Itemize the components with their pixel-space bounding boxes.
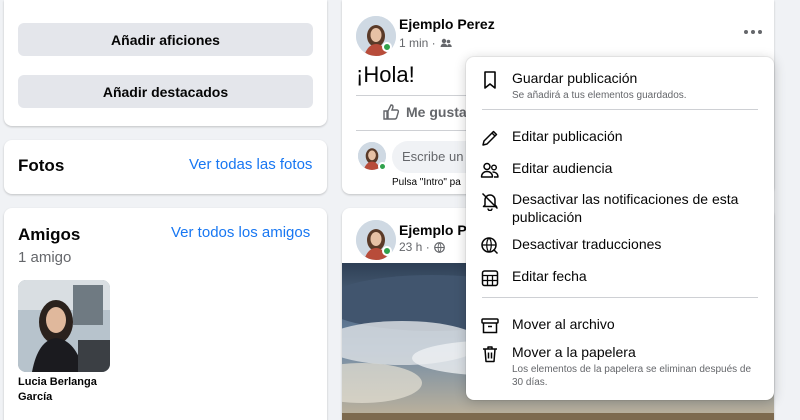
menu-item-archive[interactable]: Mover al archivo — [474, 311, 766, 340]
post-author[interactable]: Ejemplo Perez — [399, 16, 495, 32]
menu-item-turn-off-translations[interactable]: Desactivar traducciones — [474, 231, 766, 260]
see-all-friends-link[interactable]: Ver todos los amigos — [171, 224, 310, 241]
friend-photo-image — [18, 280, 110, 372]
menu-item-turn-off-notifications[interactable]: Desactivar las notificaciones de esta pu… — [474, 186, 766, 230]
menu-item-label: Desactivar las notificaciones de esta pu… — [512, 191, 739, 225]
bell-off-icon — [481, 192, 499, 211]
see-all-photos-link[interactable]: Ver todas las fotos — [189, 156, 312, 173]
more-options-button[interactable] — [744, 22, 768, 42]
friends-icon — [440, 38, 452, 47]
menu-item-label: Editar publicación — [512, 128, 623, 144]
menu-separator — [482, 297, 758, 298]
comment-placeholder: Escribe un c — [402, 149, 474, 164]
photos-card: Fotos Ver todas las fotos — [4, 140, 327, 194]
menu-item-label: Mover a la papelera — [512, 344, 636, 360]
archive-icon — [481, 318, 499, 334]
ellipsis-icon — [744, 30, 762, 34]
friends-title: Amigos — [18, 225, 81, 244]
menu-item-label: Mover al archivo — [512, 316, 615, 332]
menu-item-label: Editar audiencia — [512, 160, 613, 176]
trash-icon — [483, 346, 497, 363]
menu-item-save-post[interactable]: Guardar publicación Se añadirá a tus ele… — [474, 65, 766, 106]
globe-translate-icon — [481, 237, 499, 255]
menu-item-label: Editar fecha — [512, 268, 587, 284]
post-text: ¡Hola! — [356, 62, 415, 87]
photos-title: Fotos — [18, 156, 65, 175]
add-hobbies-button[interactable]: Añadir aficiones — [18, 23, 313, 56]
like-label: Me gusta — [406, 104, 467, 120]
menu-item-edit-post[interactable]: Editar publicación — [474, 123, 766, 152]
menu-item-description: Los elementos de la papelera se eliminan… — [512, 364, 752, 388]
menu-item-edit-audience[interactable]: Editar audiencia — [474, 155, 766, 184]
online-indicator — [382, 246, 392, 256]
menu-item-move-to-trash[interactable]: Mover a la papelera Los elementos de la … — [474, 339, 766, 393]
add-featured-button[interactable]: Añadir destacados — [18, 75, 313, 108]
calendar-icon — [481, 270, 499, 287]
online-indicator — [378, 162, 387, 171]
friends-count: 1 amigo — [18, 249, 72, 266]
pencil-icon — [482, 130, 498, 146]
menu-item-edit-date[interactable]: Editar fecha — [474, 263, 766, 292]
menu-item-label: Guardar publicación — [512, 70, 638, 86]
post-time[interactable]: 1 min · — [399, 36, 436, 50]
post-meta: 23 h · — [399, 240, 445, 254]
friends-card: Amigos Ver todos los amigos 1 amigo Luci… — [4, 208, 327, 420]
people-icon — [480, 162, 499, 178]
friend-photo[interactable] — [18, 280, 110, 372]
menu-separator — [482, 109, 758, 110]
friend-name[interactable]: Lucia Berlanga García — [18, 375, 118, 405]
bookmark-icon — [484, 71, 496, 89]
intro-card: Añadir aficiones Añadir destacados — [4, 0, 327, 126]
comment-hint: Pulsa "Intro" pa — [392, 177, 461, 188]
like-button[interactable]: Me gusta — [382, 103, 467, 121]
post-options-menu: Guardar publicación Se añadirá a tus ele… — [466, 57, 774, 400]
post-meta: 1 min · — [399, 36, 452, 50]
menu-item-description: Se añadirá a tus elementos guardados. — [512, 90, 687, 101]
post-time[interactable]: 23 h · — [399, 240, 430, 254]
thumbs-up-icon — [383, 104, 400, 120]
globe-icon — [433, 241, 445, 253]
menu-item-label: Desactivar traducciones — [512, 236, 662, 252]
online-indicator — [382, 42, 392, 52]
